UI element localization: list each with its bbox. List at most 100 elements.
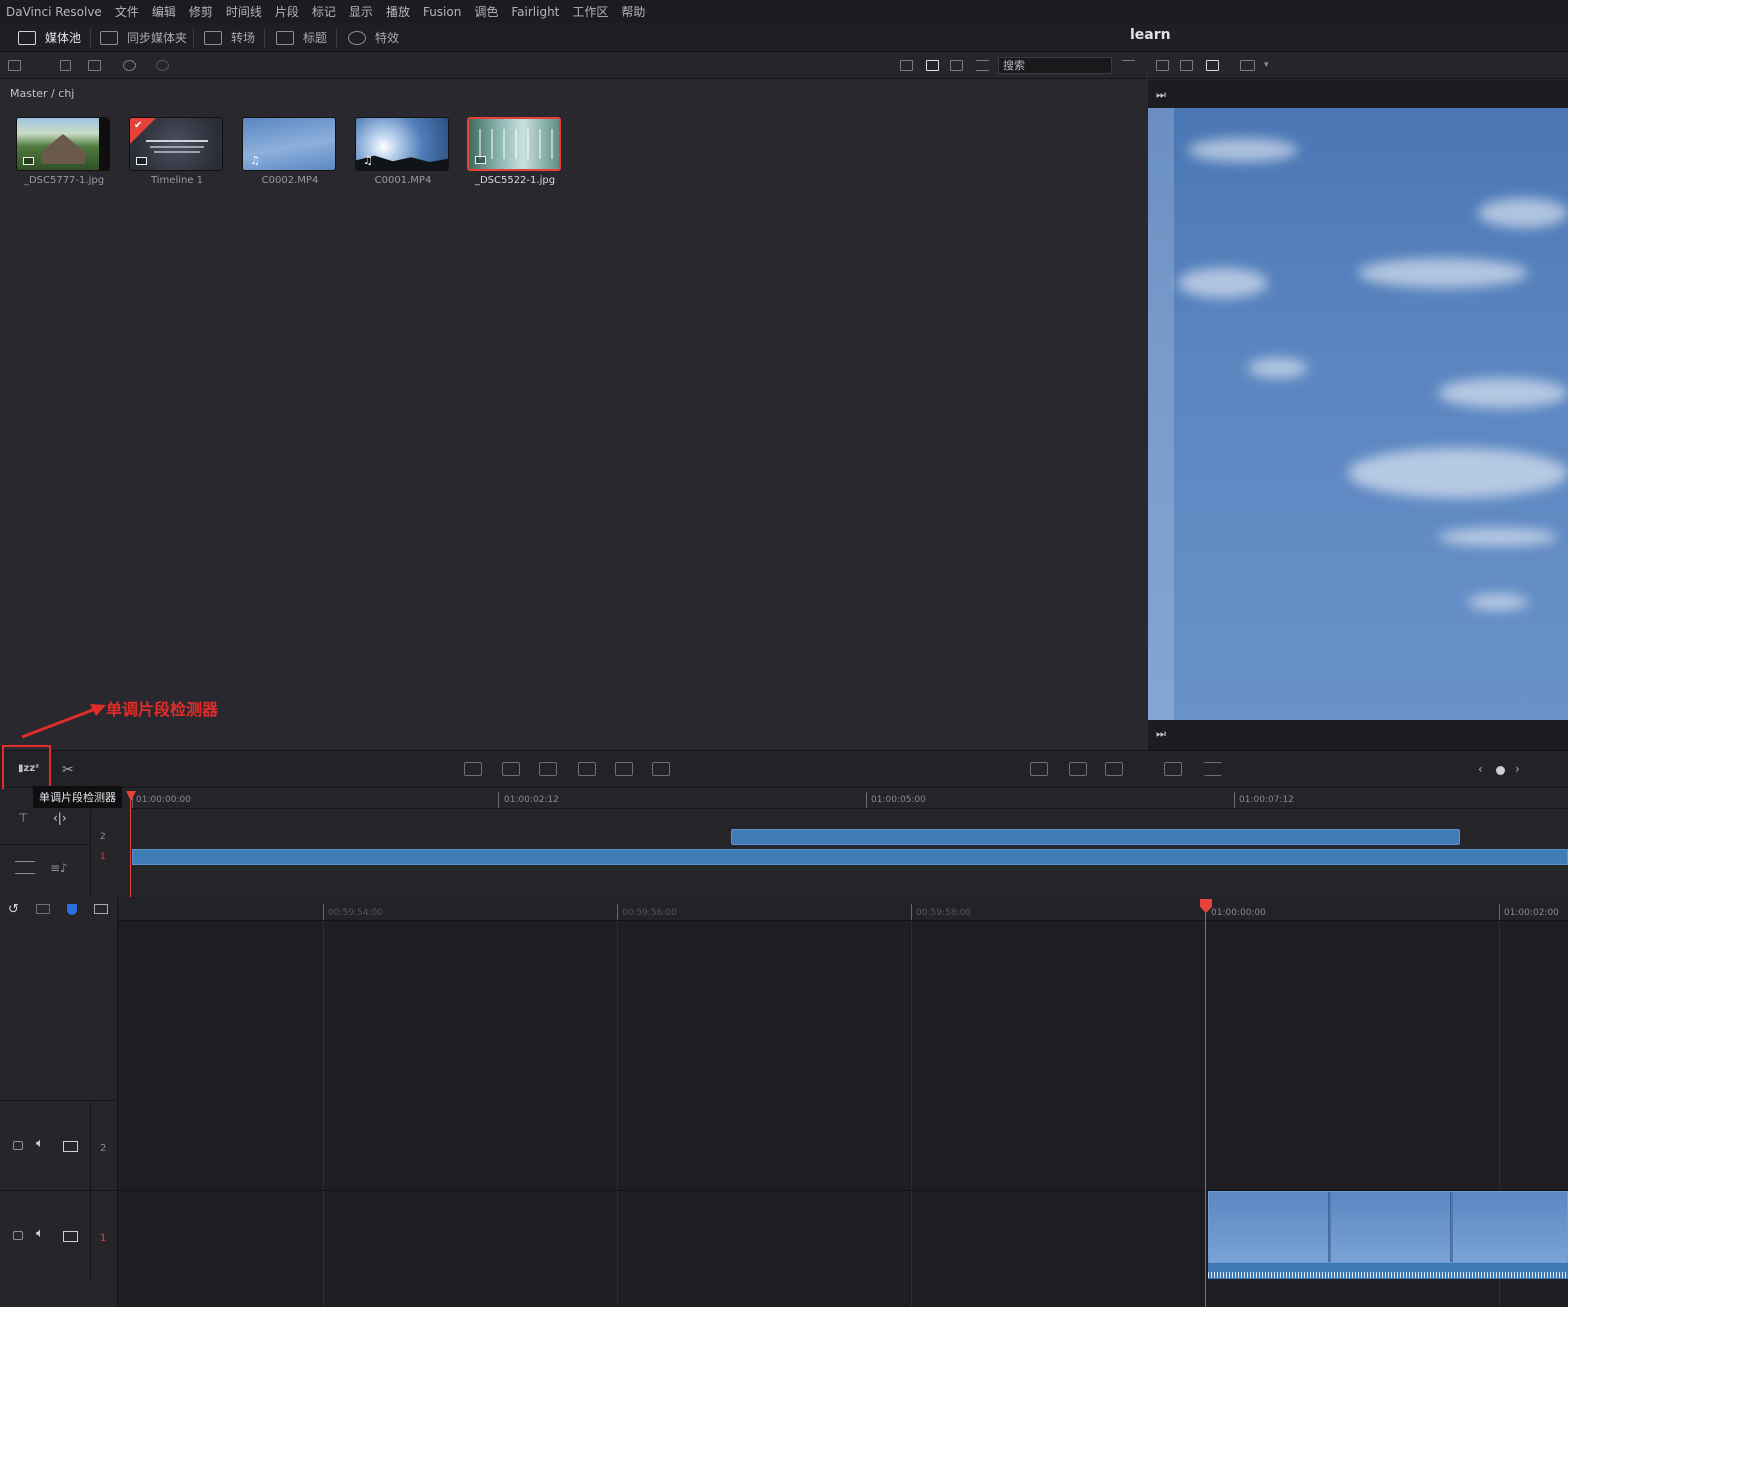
speaker-icon[interactable]: 🔈︎ <box>36 1136 44 1151</box>
detail-zoom-icon[interactable] <box>1069 762 1087 776</box>
header-divider <box>0 844 90 845</box>
timecode-label: 00:59:58:00 <box>916 908 971 918</box>
viewer-overlay-icon[interactable] <box>1180 60 1193 71</box>
go-to-end-icon[interactable]: ⏭ <box>1156 727 1166 740</box>
grid-view-icon[interactable] <box>926 60 939 71</box>
edit-controls-bar: ▮zzᶻ ✂ ‹ › <box>0 745 1568 791</box>
titles-button[interactable]: 标题 <box>276 23 327 52</box>
cloud-shape <box>1358 258 1528 288</box>
ripple-overwrite-icon[interactable] <box>652 762 670 776</box>
scissors-icon[interactable]: ✂ <box>62 762 74 778</box>
playhead[interactable] <box>130 791 131 897</box>
ruler-major-tick <box>1234 792 1235 808</box>
clip-frame-thumb <box>1331 1192 1451 1262</box>
timecode-label: 01:00:00:00 <box>1211 908 1266 918</box>
viewer-mode-icon[interactable] <box>1156 60 1169 71</box>
video-track-toggle-icon[interactable] <box>15 861 35 874</box>
upper-timeline-ruler[interactable]: 01:00:00:00 01:00:02:12 01:00:05:00 01:0… <box>130 789 1568 809</box>
annotation-arrow <box>21 704 106 739</box>
menu-workspace[interactable]: 工作区 <box>572 3 608 20</box>
media-clip[interactable]: ♫ C0001.MP4 <box>355 117 451 186</box>
titles-label: 标题 <box>303 31 328 45</box>
safe-area-icon[interactable] <box>1240 60 1255 71</box>
header-divider <box>90 1101 91 1191</box>
fit-to-fill-icon[interactable] <box>578 762 596 776</box>
tooltip: 单调片段检测器 <box>33 786 122 808</box>
monitor-icon[interactable] <box>63 1231 78 1242</box>
lower-timeline: ↺ 🔈︎ 2 🔈︎ 1 00:59:54:00 00:59:56:00 00:5… <box>0 897 1568 1307</box>
filmstrip-view-icon[interactable] <box>950 60 963 71</box>
timecode-label: 00:59:54:00 <box>328 908 383 918</box>
menu-help[interactable]: 帮助 <box>621 3 645 20</box>
timecode-label: 00:59:56:00 <box>622 908 677 918</box>
thumbnail-view-icon[interactable] <box>900 60 913 71</box>
clip-name: _DSC5522-1.jpg <box>474 175 556 186</box>
menu-view[interactable]: 显示 <box>349 3 373 20</box>
page-dot-icon[interactable] <box>1496 766 1505 775</box>
titles-icon <box>276 30 294 45</box>
chevron-left-icon[interactable]: ‹ <box>1478 762 1483 776</box>
settings-sliders-icon[interactable] <box>1204 762 1222 776</box>
menu-mark[interactable]: 标记 <box>312 3 336 20</box>
go-to-end-icon[interactable]: ⏭ <box>1156 88 1166 101</box>
replace-clip-icon[interactable] <box>539 762 557 776</box>
trim-edit-icon[interactable]: ‹|› <box>53 811 67 825</box>
boring-detector-icon[interactable]: ▮zzᶻ <box>18 763 39 774</box>
ruler-major-tick <box>911 904 912 920</box>
clip-frame-thumb <box>1209 1192 1329 1262</box>
overwrite-clip-icon[interactable] <box>502 762 520 776</box>
toolbar-divider <box>336 28 337 48</box>
marker-icon[interactable] <box>94 904 108 914</box>
clip-thumbnail <box>467 117 561 171</box>
chevron-right-icon[interactable]: › <box>1515 762 1520 776</box>
effects-button[interactable]: 特效 <box>348 23 399 52</box>
track-headers: ↺ 🔈︎ 2 🔈︎ 1 <box>0 897 118 1307</box>
cloud-shape <box>1178 268 1268 298</box>
media-clip-selected[interactable]: _DSC5522-1.jpg <box>467 117 563 186</box>
lock-icon[interactable] <box>13 1141 23 1150</box>
timeline-clip-v1[interactable] <box>132 849 1568 865</box>
viewer-layout-icon[interactable] <box>1206 60 1219 71</box>
audio-waveform-clip[interactable] <box>1208 1263 1568 1279</box>
full-timeline-icon[interactable] <box>1030 762 1048 776</box>
cloud-shape <box>1248 358 1308 378</box>
speaker-icon[interactable]: 🔈︎ <box>36 1226 44 1241</box>
menu-playback[interactable]: 播放 <box>386 3 410 20</box>
list-view-icon[interactable] <box>976 60 989 71</box>
menu-fairlight[interactable]: Fairlight <box>511 5 559 19</box>
viewer-letterbox <box>1148 108 1174 720</box>
menu-color[interactable]: 调色 <box>474 3 498 20</box>
timeline-clip-v2[interactable] <box>731 829 1460 845</box>
menu-clip[interactable]: 片段 <box>275 3 299 20</box>
project-title: learn <box>1130 27 1171 43</box>
grid-line <box>911 921 912 1307</box>
playback-icon[interactable] <box>1164 762 1182 776</box>
search-input[interactable]: 搜索 <box>998 57 1112 74</box>
playhead[interactable] <box>1205 905 1206 1307</box>
snapping-icon[interactable]: ↺ <box>8 902 19 917</box>
monitor-icon[interactable] <box>63 1141 78 1152</box>
place-on-top-icon[interactable] <box>615 762 633 776</box>
video-clip-c0002[interactable] <box>1208 1191 1568 1263</box>
lower-timeline-ruler[interactable]: 00:59:54:00 00:59:56:00 00:59:58:00 01:0… <box>118 897 1568 921</box>
upper-timeline: 01:00:00:00 01:00:02:12 01:00:05:00 01:0… <box>0 789 1568 897</box>
cloud-shape <box>1438 528 1558 546</box>
audio-scrub-icon[interactable] <box>36 904 50 914</box>
track-lock-icon[interactable]: ⊤ <box>18 811 28 825</box>
audio-track-toggle-icon[interactable]: ≡♪ <box>50 861 68 875</box>
custom-zoom-icon[interactable] <box>1105 762 1123 776</box>
annotation-label: 单调片段检测器 <box>106 700 219 719</box>
cloud-shape <box>1348 448 1568 498</box>
timecode-label: 01:00:00:00 <box>136 795 191 805</box>
header-border <box>90 809 91 897</box>
insert-clip-icon[interactable] <box>464 762 482 776</box>
source-viewer: ⏭ ⏭ <box>1148 80 1568 750</box>
flag-marker-icon[interactable] <box>67 904 77 915</box>
header-divider <box>90 1191 91 1281</box>
sort-icon[interactable] <box>1122 60 1135 71</box>
magic-wand-icon <box>348 30 366 45</box>
lock-icon[interactable] <box>13 1231 23 1240</box>
music-note-icon: ♫ <box>363 154 373 167</box>
chevron-down-icon[interactable]: ▾ <box>1264 60 1277 71</box>
menu-fusion[interactable]: Fusion <box>423 5 461 19</box>
